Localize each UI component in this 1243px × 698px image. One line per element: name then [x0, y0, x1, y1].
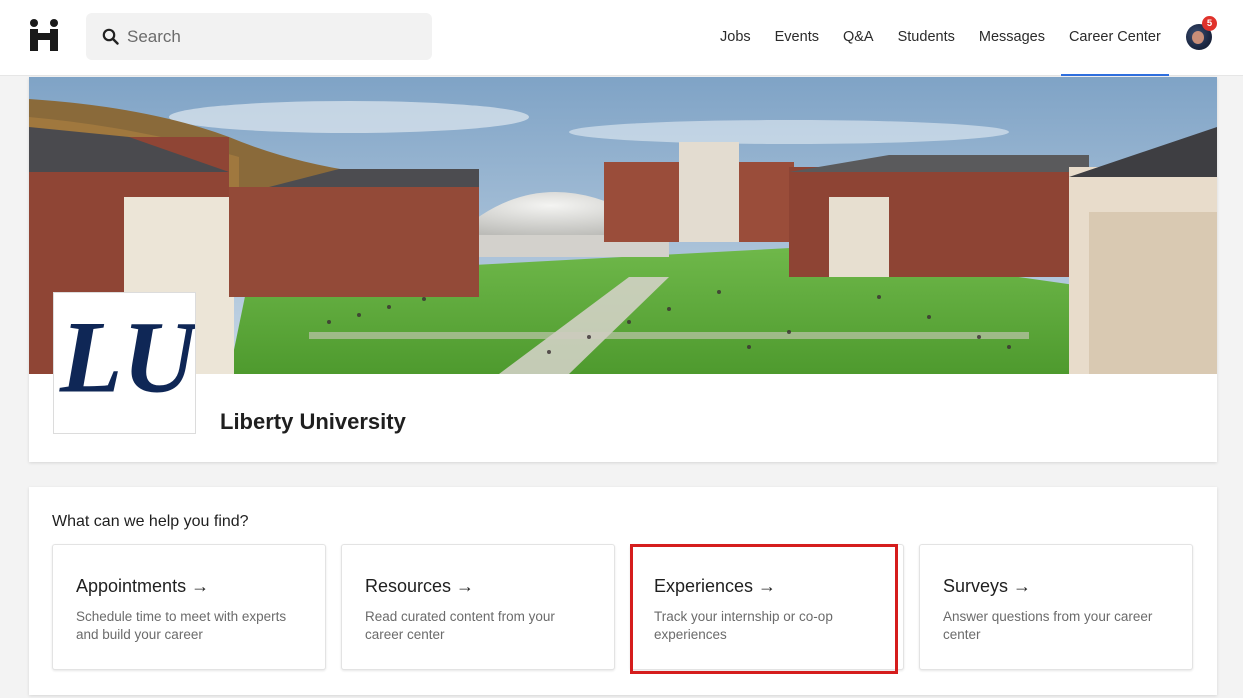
- nav-career-center[interactable]: Career Center: [1060, 0, 1169, 76]
- svg-text:LU: LU: [59, 302, 195, 415]
- campus-banner-image: [29, 77, 1217, 374]
- handshake-logo-icon[interactable]: [28, 18, 62, 52]
- tile-title: Resources →: [365, 576, 475, 596]
- top-navigation-bar: Jobs Events Q&A Students Messages Career…: [0, 0, 1243, 76]
- tile-experiences[interactable]: Experiences → Track your internship or c…: [630, 544, 904, 674]
- tile-description: Track your internship or co-op experienc…: [654, 609, 833, 642]
- tile-title: Experiences →: [654, 576, 777, 596]
- tile-description: Answer questions from your career center: [943, 609, 1153, 642]
- search-icon: [102, 28, 119, 45]
- notification-badge: 5: [1202, 16, 1217, 31]
- lu-logo-icon: LU: [59, 302, 202, 415]
- tile-resources[interactable]: Resources → Read curated content from yo…: [341, 544, 615, 670]
- help-section: What can we help you find? Appointments …: [29, 487, 1217, 695]
- tile-description: Read curated content from your career ce…: [365, 609, 555, 642]
- nav-jobs[interactable]: Jobs: [720, 0, 751, 76]
- tile-appointments[interactable]: Appointments → Schedule time to meet wit…: [52, 544, 326, 670]
- tile-surveys[interactable]: Surveys → Answer questions from your car…: [919, 544, 1193, 670]
- main-nav: Jobs Events Q&A Students Messages Career…: [708, 0, 1173, 76]
- nav-events[interactable]: Events: [775, 0, 819, 76]
- university-logo: LU: [53, 292, 202, 434]
- tile-title: Surveys →: [943, 576, 1032, 596]
- university-name: Liberty University: [220, 409, 406, 434]
- nav-qa[interactable]: Q&A: [843, 0, 874, 76]
- nav-students[interactable]: Students: [898, 0, 955, 76]
- help-section-title: What can we help you find?: [52, 513, 249, 530]
- help-tiles: Appointments → Schedule time to meet wit…: [52, 544, 1193, 674]
- school-header-card: LU Liberty University: [29, 77, 1217, 462]
- search-bar[interactable]: [86, 13, 432, 60]
- search-input[interactable]: [127, 26, 417, 47]
- tile-description: Schedule time to meet with experts and b…: [76, 609, 287, 642]
- nav-messages[interactable]: Messages: [979, 0, 1045, 76]
- tile-title: Appointments →: [76, 576, 210, 596]
